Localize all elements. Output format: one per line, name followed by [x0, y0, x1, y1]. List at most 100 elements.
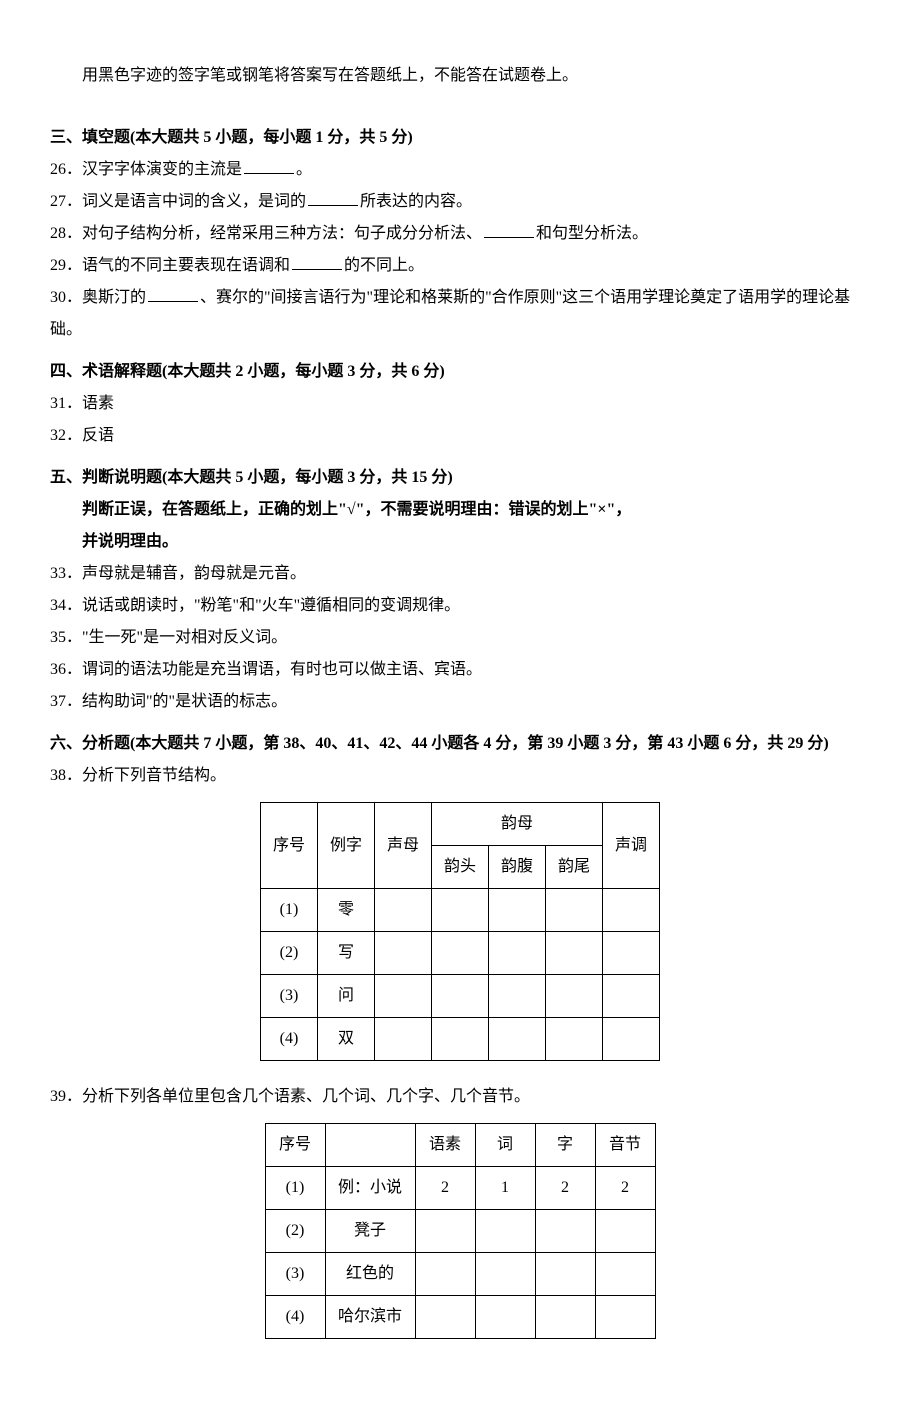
section-5-title: 五、判断说明题(本大题共 5 小题，每小题 3 分，共 15 分) — [50, 462, 870, 494]
cell-zi: 2 — [535, 1167, 595, 1210]
blank-26[interactable] — [244, 158, 294, 174]
table-row: (3) 问 — [260, 975, 659, 1018]
th-yuntou: 韵头 — [431, 846, 488, 889]
cell-empty[interactable] — [475, 1253, 535, 1296]
question-29: 29．语气的不同主要表现在语调和 的不同上。 — [50, 250, 870, 282]
cell-num: (2) — [265, 1210, 325, 1253]
table-row: (1) 零 — [260, 889, 659, 932]
cell-empty[interactable] — [603, 889, 660, 932]
section-5-instruction-1: 判断正误，在答题纸上，正确的划上"√"，不需要说明理由：错误的划上"×"， — [50, 494, 870, 526]
question-30: 30．奥斯汀的、赛尔的"间接言语行为"理论和格莱斯的"合作原则"这三个语用学理论… — [50, 282, 870, 346]
cell-empty[interactable] — [374, 932, 431, 975]
question-31: 31．语素 — [50, 388, 870, 420]
cell-empty[interactable] — [489, 889, 546, 932]
cell-empty[interactable] — [535, 1210, 595, 1253]
table-row: (3) 红色的 — [265, 1253, 655, 1296]
question-39: 39．分析下列各单位里包含几个语素、几个词、几个字、几个音节。 — [50, 1081, 870, 1113]
cell-empty[interactable] — [374, 889, 431, 932]
cell-num: (3) — [265, 1253, 325, 1296]
cell-char: 问 — [317, 975, 374, 1018]
cell-empty[interactable] — [431, 1018, 488, 1061]
question-36: 36．谓词的语法功能是充当谓语，有时也可以做主语、宾语。 — [50, 654, 870, 686]
th-shengdiao: 声调 — [603, 803, 660, 889]
cell-empty[interactable] — [603, 932, 660, 975]
table-row: (1) 例：小说 2 1 2 2 — [265, 1167, 655, 1210]
q26-suffix: 。 — [296, 161, 312, 178]
cell-empty[interactable] — [546, 932, 603, 975]
question-35: 35．"生一死"是一对相对反义词。 — [50, 622, 870, 654]
cell-text: 例：小说 — [325, 1167, 415, 1210]
cell-empty[interactable] — [546, 1018, 603, 1061]
question-38: 38．分析下列音节结构。 — [50, 760, 870, 792]
cell-empty[interactable] — [535, 1253, 595, 1296]
blank-30[interactable] — [148, 286, 198, 302]
cell-char: 双 — [317, 1018, 374, 1061]
section-5-instruction-2: 并说明理由。 — [50, 526, 870, 558]
cell-empty[interactable] — [603, 1018, 660, 1061]
cell-yusu: 2 — [415, 1167, 475, 1210]
th-zi: 字 — [535, 1124, 595, 1167]
q30-prefix: 30．奥斯汀的 — [50, 289, 146, 306]
q26-prefix: 26．汉字字体演变的主流是 — [50, 161, 242, 178]
q29-prefix: 29．语气的不同主要表现在语调和 — [50, 257, 290, 274]
q29-suffix: 的不同上。 — [344, 257, 424, 274]
cell-empty[interactable] — [595, 1253, 655, 1296]
cell-text: 凳子 — [325, 1210, 415, 1253]
table-header-row-1: 序号 例字 声母 韵母 声调 — [260, 803, 659, 846]
cell-empty[interactable] — [475, 1210, 535, 1253]
table-row: (2) 写 — [260, 932, 659, 975]
cell-num: (2) — [260, 932, 317, 975]
th-yunfu: 韵腹 — [489, 846, 546, 889]
cell-empty[interactable] — [603, 975, 660, 1018]
blank-28[interactable] — [484, 222, 534, 238]
th-blank — [325, 1124, 415, 1167]
table-row: (2) 凳子 — [265, 1210, 655, 1253]
table-row: (4) 双 — [260, 1018, 659, 1061]
q28-prefix: 28．对句子结构分析，经常采用三种方法：句子成分分析法、 — [50, 225, 482, 242]
answer-instruction: 用黑色字迹的签字笔或钢笔将答案写在答题纸上，不能答在试题卷上。 — [50, 60, 870, 92]
cell-empty[interactable] — [489, 1018, 546, 1061]
cell-char: 零 — [317, 889, 374, 932]
syllable-table: 序号 例字 声母 韵母 声调 韵头 韵腹 韵尾 (1) 零 (2) 写 (3) … — [260, 802, 660, 1061]
th-ci: 词 — [475, 1124, 535, 1167]
th-shengmu: 声母 — [374, 803, 431, 889]
cell-empty[interactable] — [374, 1018, 431, 1061]
section-4-title: 四、术语解释题(本大题共 2 小题，每小题 3 分，共 6 分) — [50, 356, 870, 388]
question-33: 33．声母就是辅音，韵母就是元音。 — [50, 558, 870, 590]
cell-empty[interactable] — [415, 1210, 475, 1253]
s5-inst2-text: 并说明理由。 — [82, 533, 178, 550]
cell-num: (1) — [265, 1167, 325, 1210]
question-34: 34．说话或朗读时，"粉笔"和"火车"遵循相同的变调规律。 — [50, 590, 870, 622]
cell-empty[interactable] — [431, 889, 488, 932]
blank-27[interactable] — [308, 190, 358, 206]
morpheme-table: 序号 语素 词 字 音节 (1) 例：小说 2 1 2 2 (2) 凳子 (3)… — [265, 1123, 656, 1339]
th-xuhao: 序号 — [265, 1124, 325, 1167]
q27-prefix: 27．词义是语言中词的含义，是词的 — [50, 193, 306, 210]
table-header-row: 序号 语素 词 字 音节 — [265, 1124, 655, 1167]
cell-empty[interactable] — [546, 889, 603, 932]
cell-num: (3) — [260, 975, 317, 1018]
th-yunmu: 韵母 — [431, 803, 602, 846]
section-3-title: 三、填空题(本大题共 5 小题，每小题 1 分，共 5 分) — [50, 122, 870, 154]
cell-empty[interactable] — [546, 975, 603, 1018]
cell-num: (1) — [260, 889, 317, 932]
section-6-title: 六、分析题(本大题共 7 小题，第 38、40、41、42、44 小题各 4 分… — [50, 728, 870, 760]
s5-inst1-text: 判断正误，在答题纸上，正确的划上"√"，不需要说明理由：错误的划上"×"， — [82, 501, 631, 518]
th-xuhao: 序号 — [260, 803, 317, 889]
cell-empty[interactable] — [595, 1210, 655, 1253]
cell-text: 红色的 — [325, 1253, 415, 1296]
cell-empty[interactable] — [374, 975, 431, 1018]
question-27: 27．词义是语言中词的含义，是词的所表达的内容。 — [50, 186, 870, 218]
cell-empty[interactable] — [431, 975, 488, 1018]
cell-empty[interactable] — [489, 932, 546, 975]
blank-29[interactable] — [292, 254, 342, 270]
question-28: 28．对句子结构分析，经常采用三种方法：句子成分分析法、和句型分析法。 — [50, 218, 870, 250]
cell-char: 写 — [317, 932, 374, 975]
cell-num: (4) — [260, 1018, 317, 1061]
th-yinjie: 音节 — [595, 1124, 655, 1167]
cell-empty[interactable] — [415, 1253, 475, 1296]
th-yusu: 语素 — [415, 1124, 475, 1167]
question-32: 32．反语 — [50, 420, 870, 452]
cell-empty[interactable] — [431, 932, 488, 975]
cell-empty[interactable] — [489, 975, 546, 1018]
